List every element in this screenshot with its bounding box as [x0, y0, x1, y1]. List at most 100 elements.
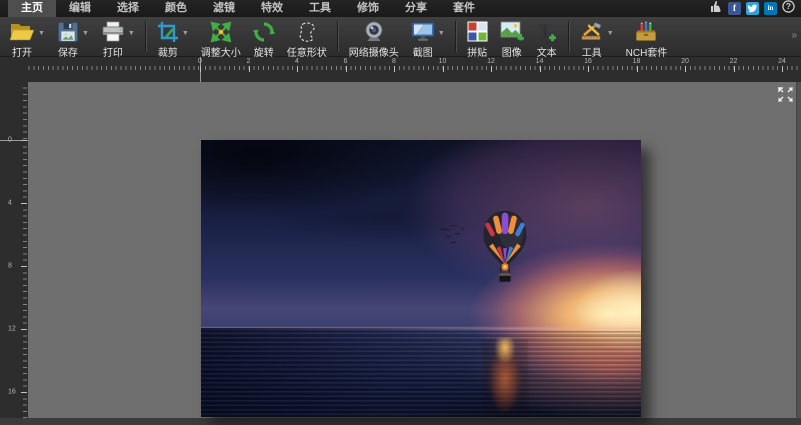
- open-icon: [9, 19, 35, 44]
- print-icon: [101, 19, 125, 44]
- ruler-corner: [0, 57, 28, 82]
- freeform-shape-icon: [296, 19, 318, 44]
- horizontal-ruler: 024681012141618202224: [28, 57, 801, 82]
- crop-icon: [157, 19, 179, 44]
- tools-button[interactable]: 工具 ▼: [574, 17, 620, 56]
- menu-tab-retouch[interactable]: 修饰: [344, 0, 392, 17]
- menu-tab-select[interactable]: 选择: [104, 0, 152, 17]
- v-ruler-major-tick: [21, 203, 27, 204]
- print-button[interactable]: 打印 ▼: [95, 17, 141, 56]
- v-ruler-label: 0: [8, 137, 12, 144]
- photo-editor-window: 主页 编辑 选择 颜色 滤镜 特效 工具 修饰 分享 套件 f in ?: [0, 0, 801, 425]
- linkedin-icon[interactable]: in: [764, 2, 777, 15]
- h-ruler-major-tick: [200, 66, 201, 72]
- rotate-button[interactable]: 旋转: [247, 17, 281, 56]
- v-ruler-label: 8: [8, 263, 12, 270]
- add-image-icon: [500, 19, 524, 44]
- menu-tab-edit[interactable]: 编辑: [56, 0, 104, 17]
- v-ruler-label: 12: [8, 326, 16, 333]
- h-ruler-label: 6: [344, 58, 348, 65]
- hot-air-balloon: [477, 208, 533, 292]
- h-ruler-label: 4: [295, 58, 299, 65]
- nch-suite-button[interactable]: NCH套件: [620, 17, 674, 56]
- webcam-button[interactable]: 网络摄像头: [343, 17, 405, 56]
- open-dropdown-arrow[interactable]: ▼: [38, 30, 45, 37]
- menu-tab-home[interactable]: 主页: [8, 0, 56, 17]
- print-dropdown-arrow[interactable]: ▼: [128, 30, 135, 37]
- h-ruler-label: 16: [584, 58, 592, 65]
- h-ruler-label: 0: [198, 58, 202, 65]
- v-ruler-major-tick: [21, 329, 27, 330]
- toolbar-separator: [337, 21, 339, 52]
- screenshot-icon: [411, 19, 435, 44]
- h-ruler-label: 10: [439, 58, 447, 65]
- add-text-icon: T: [536, 19, 558, 44]
- h-ruler-major-tick: [491, 66, 492, 72]
- save-button[interactable]: 保存 ▼: [51, 17, 95, 56]
- nch-suite-icon: [634, 19, 658, 44]
- h-ruler-major-tick: [297, 66, 298, 72]
- menu-tab-share[interactable]: 分享: [392, 0, 440, 17]
- h-ruler-label: 8: [392, 58, 396, 65]
- v-ruler-major-tick: [21, 392, 27, 393]
- resize-icon: [210, 19, 232, 44]
- menu-bar: 主页 编辑 选择 颜色 滤镜 特效 工具 修饰 分享 套件 f in ?: [0, 0, 801, 17]
- toolbar-overflow-chevron[interactable]: »: [791, 17, 801, 56]
- h-ruler-label: 12: [487, 58, 495, 65]
- save-icon: [57, 19, 79, 44]
- expand-canvas-button[interactable]: [777, 86, 794, 103]
- toolbar-separator: [455, 21, 457, 52]
- crop-button[interactable]: 裁剪 ▼: [151, 17, 195, 56]
- h-ruler-major-tick: [637, 66, 638, 72]
- h-ruler-label: 14: [536, 58, 544, 65]
- facebook-icon[interactable]: f: [728, 2, 741, 15]
- tools-icon: [580, 19, 604, 44]
- h-ruler-major-tick: [588, 66, 589, 72]
- toolbar-separator: [145, 21, 147, 52]
- bottom-window-edge: [0, 418, 801, 425]
- webcam-icon: [364, 19, 384, 44]
- toolbar: 打开 ▼ 保存 ▼: [0, 17, 801, 57]
- h-ruler-label: 22: [730, 58, 738, 65]
- h-ruler-major-tick: [346, 66, 347, 72]
- h-ruler-label: 20: [681, 58, 689, 65]
- v-ruler-label: 4: [8, 200, 12, 207]
- v-ruler-major-tick: [21, 140, 27, 141]
- crop-dropdown-arrow[interactable]: ▼: [182, 30, 189, 37]
- menu-tab-suite[interactable]: 套件: [440, 0, 488, 17]
- screenshot-button[interactable]: 截图 ▼: [405, 17, 451, 56]
- h-ruler-label: 2: [247, 58, 251, 65]
- resize-button[interactable]: 调整大小: [195, 17, 247, 56]
- v-ruler-label: 16: [8, 389, 16, 396]
- save-dropdown-arrow[interactable]: ▼: [82, 30, 89, 37]
- twitter-icon[interactable]: [746, 2, 759, 15]
- photo[interactable]: [201, 140, 641, 417]
- add-text-button[interactable]: T 文本: [530, 17, 564, 56]
- expand-arrows-icon: [777, 86, 794, 103]
- h-ruler-major-tick: [734, 66, 735, 72]
- svg-text:?: ?: [786, 2, 791, 11]
- help-icon[interactable]: ?: [782, 0, 795, 18]
- h-ruler-major-tick: [394, 66, 395, 72]
- h-ruler-major-tick: [540, 66, 541, 72]
- like-icon[interactable]: [710, 0, 723, 18]
- h-ruler-major-tick: [249, 66, 250, 72]
- h-ruler-major-tick: [443, 66, 444, 72]
- rotate-icon: [253, 19, 275, 44]
- collage-icon: [467, 19, 488, 44]
- toolbar-separator: [568, 21, 570, 52]
- screenshot-dropdown-arrow[interactable]: ▼: [438, 30, 445, 37]
- right-window-edge: [796, 82, 801, 418]
- menu-tab-color[interactable]: 颜色: [152, 0, 200, 17]
- h-ruler-major-tick: [782, 66, 783, 72]
- collage-button[interactable]: 拼贴: [461, 17, 494, 56]
- tools-dropdown-arrow[interactable]: ▼: [607, 30, 614, 37]
- freeform-shape-button[interactable]: 任意形状: [281, 17, 333, 56]
- menu-tab-filter[interactable]: 滤镜: [200, 0, 248, 17]
- menu-tab-tools[interactable]: 工具: [296, 0, 344, 17]
- open-button[interactable]: 打开 ▼: [3, 17, 51, 56]
- v-ruler-major-tick: [21, 266, 27, 267]
- h-ruler-major-tick: [685, 66, 686, 72]
- add-image-button[interactable]: 图像: [494, 17, 530, 56]
- menu-tab-effects[interactable]: 特效: [248, 0, 296, 17]
